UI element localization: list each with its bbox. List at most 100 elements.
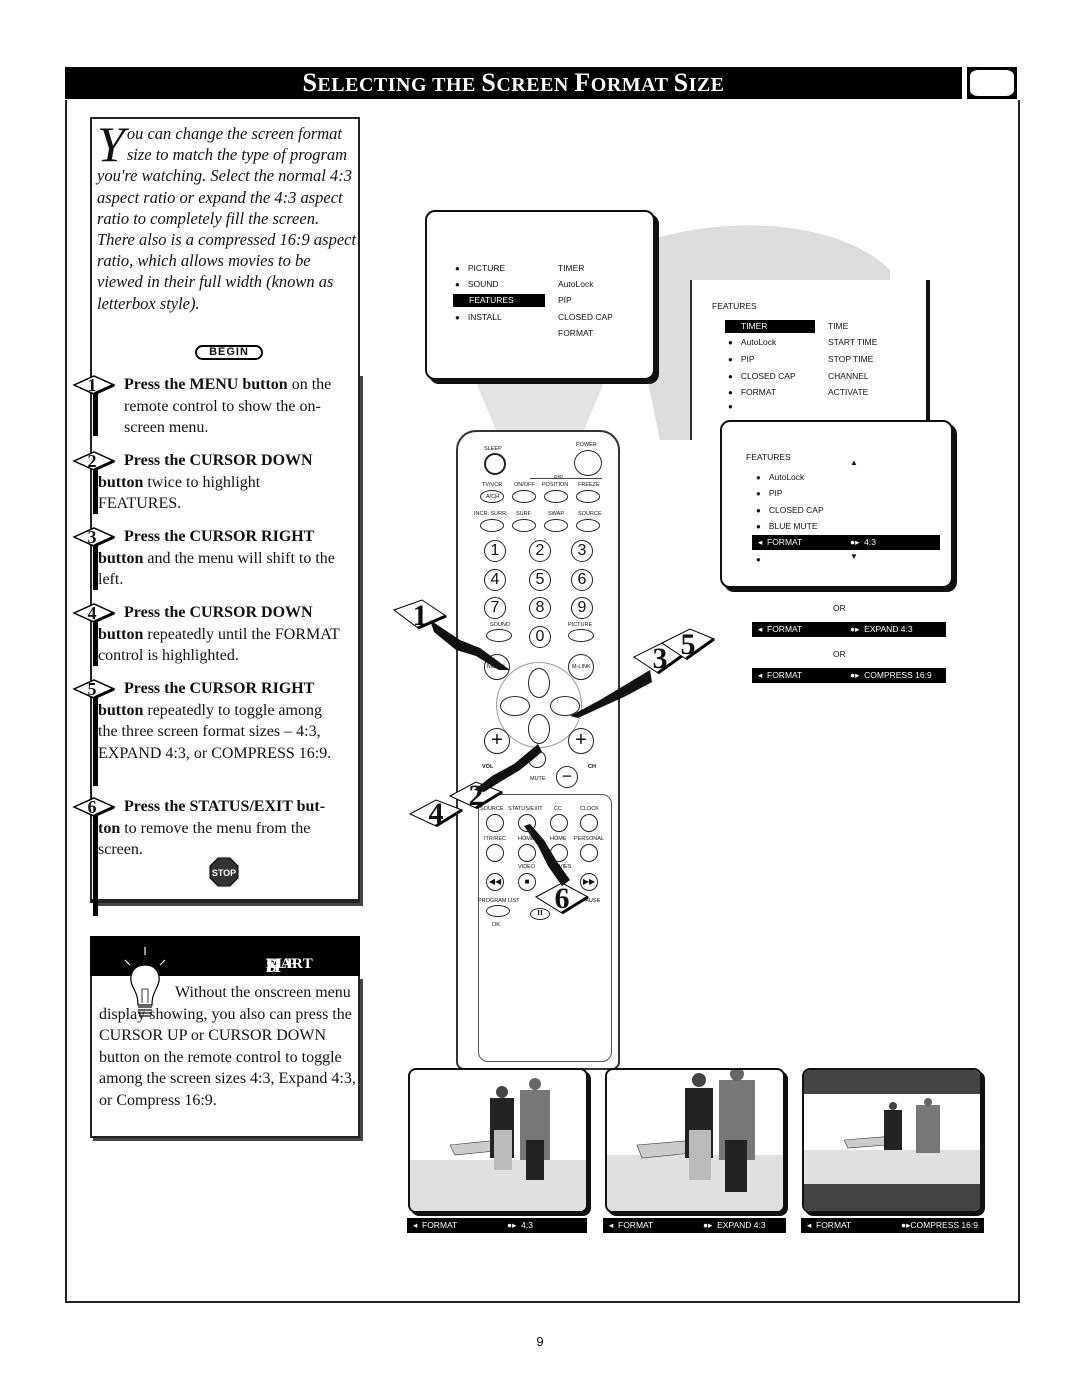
- digit-1-button[interactable]: 1: [484, 540, 506, 562]
- menu-item-install[interactable]: INSTALL: [455, 311, 502, 324]
- step-5: 5 Press the CURSOR RIGHT button repeated…: [72, 678, 342, 786]
- menu-item-autolock[interactable]: AutoLock: [728, 336, 776, 349]
- digit-6-button[interactable]: 6: [571, 569, 593, 591]
- submenu-item: CLOSED CAP: [558, 312, 613, 322]
- digit-4-button[interactable]: 4: [484, 569, 506, 591]
- digit-2-button[interactable]: 2: [529, 540, 551, 562]
- or-label: OR: [833, 649, 846, 659]
- pip-onoff-button[interactable]: [512, 490, 536, 503]
- format-option-expand: ◂ FORMAT ●▸ EXPAND 4:3: [752, 622, 946, 637]
- sleep-button[interactable]: [484, 453, 506, 475]
- title-cap: F: [574, 68, 591, 97]
- source-button[interactable]: [576, 519, 600, 532]
- position-button[interactable]: [544, 490, 568, 503]
- digit-0-button[interactable]: 0: [529, 626, 551, 648]
- power-button[interactable]: [574, 450, 602, 476]
- page-number: 9: [536, 1334, 544, 1349]
- cc-label: CC: [554, 806, 562, 812]
- step-number-badge: 1: [72, 374, 116, 396]
- or-label: OR: [833, 603, 846, 613]
- title-text: CREEN: [496, 74, 575, 96]
- intro-paragraph: You can change the screen format size to…: [97, 119, 359, 314]
- surf-button[interactable]: [512, 519, 536, 532]
- menu-title: FEATURES: [746, 452, 791, 462]
- menu-item-picture[interactable]: PICTURE: [455, 262, 505, 275]
- svg-text:STOP: STOP: [212, 868, 236, 878]
- incr-surr-button[interactable]: [480, 519, 504, 532]
- step-number-badge: 4: [72, 602, 116, 624]
- menu-item-features-highlighted[interactable]: FEATURES: [453, 294, 545, 307]
- pointing-hand-icon: [570, 670, 652, 718]
- scroll-down-arrow-icon[interactable]: ▼: [850, 550, 858, 563]
- freeze-button[interactable]: [576, 490, 600, 503]
- screen-image-expand: [605, 1068, 785, 1213]
- callout-5: 5: [660, 627, 716, 663]
- power-label: POWER: [576, 442, 597, 448]
- step-lead: Press the CURSOR DOWN: [124, 452, 313, 469]
- menu-item-sound[interactable]: SOUND: [455, 278, 499, 291]
- step-number-badge: 5: [72, 678, 116, 700]
- program-list-button[interactable]: [486, 905, 510, 917]
- menu-item-pip[interactable]: PIP: [756, 487, 783, 500]
- menu-item-blank: [728, 400, 741, 413]
- pointing-hand-icon: [524, 824, 570, 886]
- step-lead: Press the CURSOR RIGHT: [124, 680, 315, 697]
- clock-label: CLOCK: [580, 806, 599, 812]
- step-lead: Press the MENU button: [124, 376, 288, 393]
- menu-item-closed-cap[interactable]: CLOSED CAP: [756, 504, 824, 517]
- personal-button[interactable]: [580, 844, 598, 862]
- menu-item-autolock[interactable]: AutoLock: [756, 471, 804, 484]
- smart-help-text: Without the onscreen menu display showin…: [99, 984, 356, 1109]
- program-list-label: PROGRAM LIST: [478, 898, 520, 904]
- picture-button[interactable]: [568, 629, 594, 642]
- step-2: 2 Press the CURSOR DOWN button twice to …: [72, 450, 342, 515]
- picture-label: PICTURE: [568, 622, 593, 628]
- cursor-left-button[interactable]: [500, 696, 530, 716]
- submenu-item: CHANNEL: [828, 371, 869, 381]
- menu-item-pip[interactable]: PIP: [728, 353, 755, 366]
- submenu-item: AutoLock: [558, 279, 594, 289]
- format-option-compress: ◂ FORMAT ●▸ COMPRESS 16:9: [752, 668, 946, 683]
- step-lead: Press the CURSOR RIGHT: [124, 528, 315, 545]
- cursor-up-button[interactable]: [528, 668, 550, 698]
- scroll-up-arrow-icon[interactable]: ▲: [850, 456, 858, 469]
- format-row-highlighted[interactable]: ◂ FORMAT ●▸ 4:3: [752, 535, 940, 550]
- digit-8-button[interactable]: 8: [529, 597, 551, 619]
- title-cap: S: [481, 68, 497, 97]
- itr-rec-label: ITR/REC: [484, 836, 506, 842]
- digit-3-button[interactable]: 3: [571, 540, 593, 562]
- step-3: 3 Press the CURSOR RIGHT button and the …: [72, 526, 342, 591]
- surf-label: SURF: [516, 511, 531, 517]
- swap-button[interactable]: [544, 519, 568, 532]
- tv-vcr-button[interactable]: A/CH: [480, 490, 504, 503]
- ch-label: CH: [588, 764, 596, 770]
- submenu-item: TIMER: [558, 263, 585, 273]
- step-lead: Press the CURSOR DOWN: [124, 604, 313, 621]
- menu-item-blue-mute[interactable]: BLUE MUTE: [756, 520, 818, 533]
- submenu-item: STOP TIME: [828, 354, 874, 364]
- channel-up-button[interactable]: +: [568, 728, 594, 754]
- step-6: 6 Press the STATUS/EXIT but- ton to remo…: [72, 796, 342, 916]
- step-4: 4 Press the CURSOR DOWN button repeatedl…: [72, 602, 342, 667]
- screen-image-compress: [802, 1068, 982, 1213]
- volume-down-button[interactable]: −: [556, 766, 578, 788]
- step-number-badge: 2: [72, 450, 116, 472]
- source-button[interactable]: [486, 814, 504, 832]
- rewind-button[interactable]: ◀◀: [486, 873, 504, 891]
- digit-9-button[interactable]: 9: [571, 597, 593, 619]
- menu-item-format[interactable]: FORMAT: [728, 386, 776, 399]
- tv-vcr-label: TV/VCR: [482, 482, 503, 488]
- clock-button[interactable]: [580, 814, 598, 832]
- tv-screen-icon: [967, 67, 1017, 99]
- intro-text: ou can change the screen format size to …: [97, 124, 357, 313]
- itr-rec-button[interactable]: [486, 844, 504, 862]
- screen-image-4-3: [408, 1068, 588, 1213]
- menu-item-timer-highlighted[interactable]: TIMER: [725, 320, 815, 333]
- callout-4: 4: [408, 796, 464, 832]
- menu-item-closed-cap[interactable]: CLOSED CAP: [728, 370, 796, 383]
- menu-item-blank: [756, 553, 769, 566]
- bottom-format-bar-compress: ◂ FORMAT ●▸COMPRESS 16:9: [801, 1218, 984, 1233]
- pip-onoff-label: ON/OFF: [514, 482, 535, 488]
- stop-sign-icon: STOP: [209, 857, 239, 887]
- digit-5-button[interactable]: 5: [529, 569, 551, 591]
